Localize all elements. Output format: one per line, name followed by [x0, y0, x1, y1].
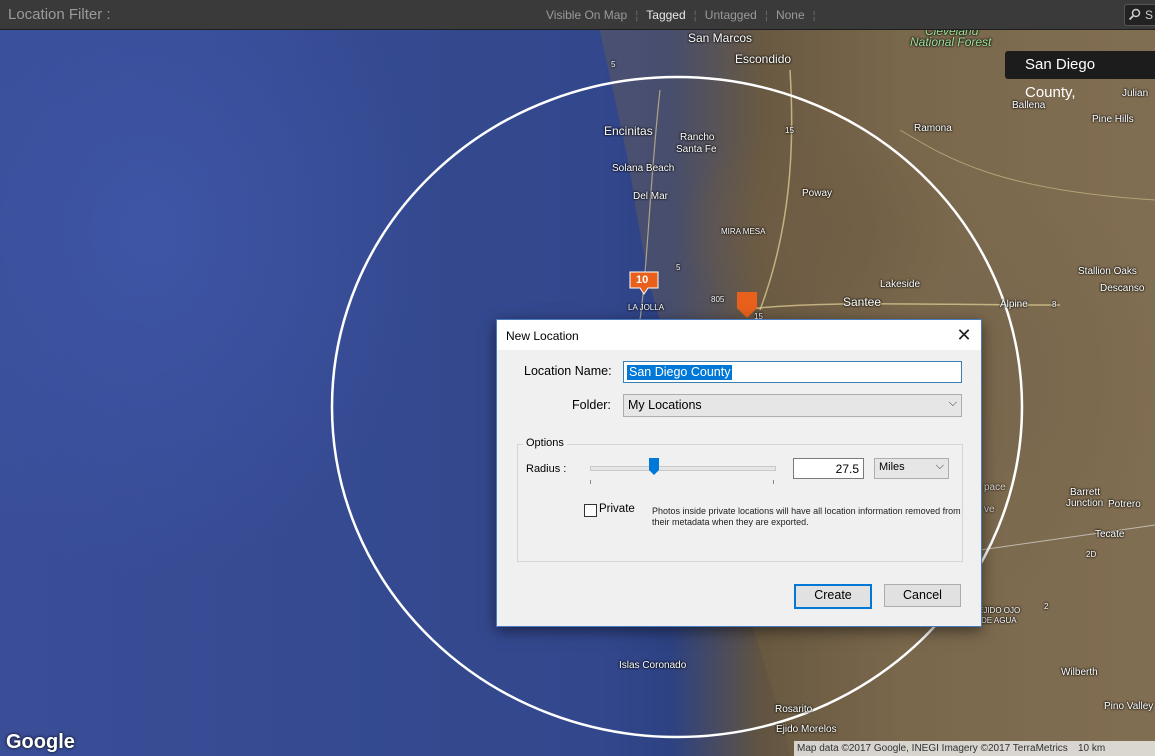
private-note: Photos inside private locations will hav… [652, 506, 961, 527]
map-search-field[interactable]: S [1124, 4, 1155, 26]
map-label: San Marcos [688, 31, 753, 45]
map-attribution: Map data ©2017 Google, INEGI Imagery ©20… [794, 741, 1155, 756]
highway-shield: 2D [1086, 550, 1097, 559]
map-label: pace [984, 482, 1006, 493]
map-label: Escondido [735, 52, 792, 66]
highway-shield: 8 [1052, 300, 1057, 309]
filter-options: Visible On Map ¦ Tagged ¦ Untagged ¦ Non… [538, 8, 816, 22]
map-label: Poway [802, 188, 833, 199]
photo-cluster-marker[interactable]: 10 [628, 270, 662, 301]
map-label: MIRA MESA [721, 227, 766, 236]
cluster-count: 10 [636, 274, 649, 286]
highway-shield: 2 [1044, 602, 1049, 611]
private-label[interactable]: Private [599, 503, 635, 515]
attribution-text: Map data ©2017 Google, INEGI Imagery ©20… [797, 743, 1068, 754]
map-label: EJIDO OJO [978, 606, 1021, 615]
location-filter-bar: Location Filter : Visible On Map ¦ Tagge… [0, 0, 1155, 30]
location-filter-label: Location Filter : [8, 6, 111, 23]
map-scale: 10 km [1078, 743, 1106, 754]
map-label: Alpine [1000, 299, 1028, 310]
map-label: Descanso [1100, 283, 1145, 294]
radius-value: 27.5 [835, 462, 859, 476]
chevron-down-icon: ⌵ [935, 460, 944, 472]
folder-label: Folder: [572, 398, 611, 412]
map-label: LA JOLLA [628, 303, 665, 312]
dialog-title: New Location [506, 329, 579, 343]
separator: ¦ [812, 8, 816, 22]
dialog-titlebar: New Location ✕ [497, 320, 981, 350]
filter-tagged[interactable]: Tagged [638, 8, 693, 22]
location-name-value: San Diego County [627, 365, 733, 380]
folder-value: My Locations [628, 398, 702, 412]
location-name-input[interactable]: San Diego County [623, 361, 962, 383]
radius-label: Radius : [526, 463, 567, 475]
filter-untagged[interactable]: Untagged [697, 8, 765, 22]
options-title: Options [523, 437, 567, 449]
map-label: Junction [1066, 498, 1104, 509]
search-icon [1128, 8, 1141, 21]
highway-shield: 15 [785, 126, 794, 135]
google-logo: Google [6, 731, 75, 753]
map-label: Julian [1122, 88, 1149, 99]
create-button[interactable]: Create [794, 584, 872, 609]
radius-unit-select[interactable]: Miles ⌵ [874, 458, 949, 479]
highway-shield: 5 [676, 263, 681, 272]
search-text: S [1145, 8, 1154, 22]
close-icon[interactable]: ✕ [953, 324, 975, 346]
slider-tick [773, 480, 774, 484]
new-location-dialog: New Location ✕ Location Name: San Diego … [496, 319, 982, 627]
map-label: National Forest [910, 35, 992, 49]
map-label: Pino Valley [1104, 701, 1154, 712]
map-label: Solana Beach [612, 163, 675, 174]
folder-select[interactable]: My Locations ⌵ [623, 394, 962, 417]
radius-slider-handle[interactable] [649, 458, 659, 476]
map-label: Rosarito [775, 704, 813, 715]
map-label: Del Mar [633, 191, 669, 202]
map-label: Ejido Morelos [776, 724, 837, 735]
chevron-down-icon: ⌵ [948, 397, 957, 409]
map-label: Wilberth [1061, 667, 1098, 678]
map-label: Barrett [1070, 487, 1101, 498]
map-label: Potrero [1108, 499, 1141, 510]
slider-tick [590, 480, 591, 484]
map-label: Encinitas [604, 124, 653, 138]
map-label: Tecate [1095, 529, 1125, 540]
highway-shield: 5 [611, 60, 616, 69]
radius-value-input[interactable]: 27.5 [793, 458, 864, 479]
map-label: Islas Coronado [619, 660, 687, 671]
map-label: Santee [843, 295, 882, 309]
map-label: DE AGUA [981, 616, 1017, 625]
filter-visible-on-map[interactable]: Visible On Map [538, 8, 635, 22]
location-pin-icon [737, 292, 757, 318]
map-label: Ramona [914, 123, 952, 134]
location-name-label: Location Name: [524, 364, 612, 378]
map-label: Rancho [680, 132, 715, 143]
map-label: Santa Fe [676, 144, 717, 155]
location-tooltip: San Diego County, [1005, 51, 1155, 101]
cancel-button[interactable]: Cancel [884, 584, 961, 607]
private-checkbox[interactable] [584, 504, 597, 517]
map-label: Pine Hills [1092, 114, 1134, 125]
map-label: ve [984, 504, 995, 515]
map-label: Stallion Oaks [1078, 266, 1137, 277]
highway-shield: 805 [711, 295, 725, 304]
filter-none[interactable]: None [768, 8, 813, 22]
radius-unit-value: Miles [879, 461, 905, 473]
map-label: Lakeside [880, 279, 921, 290]
radius-slider-track[interactable] [590, 466, 776, 471]
